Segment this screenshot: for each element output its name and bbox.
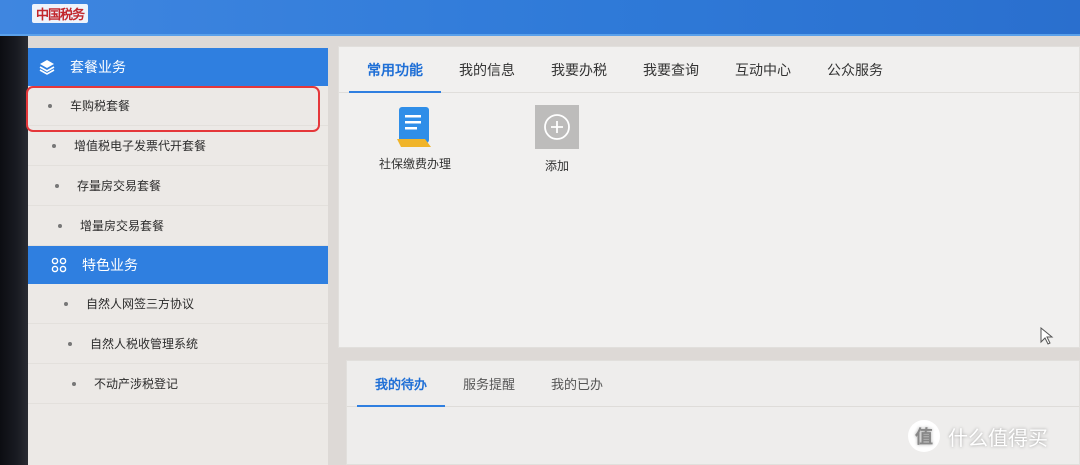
tab-interaction-center[interactable]: 互动中心 xyxy=(717,47,809,92)
bullet-icon xyxy=(72,381,76,386)
plus-circle-icon xyxy=(535,105,579,149)
sidebar-section-package[interactable]: 套餐业务 xyxy=(28,48,328,86)
main-tabs: 常用功能 我的信息 我要办税 我要查询 互动中心 公众服务 xyxy=(339,47,1079,93)
sidebar-section-title: 套餐业务 xyxy=(70,60,126,76)
tab-common-functions[interactable]: 常用功能 xyxy=(349,47,441,93)
bullet-icon xyxy=(58,223,62,228)
bullet-icon xyxy=(48,103,52,108)
watermark-badge-icon: 值 xyxy=(908,420,940,452)
mouse-cursor-icon xyxy=(1040,326,1054,349)
watermark: 值 什么值得买 xyxy=(908,420,1048,452)
bullet-icon xyxy=(64,301,68,306)
function-add[interactable]: 添加 xyxy=(535,105,579,174)
tab-my-todo[interactable]: 我的待办 xyxy=(357,361,446,407)
tab-tax-handling[interactable]: 我要办税 xyxy=(533,47,625,92)
sidebar-item-label: 车购税套餐 xyxy=(70,99,131,113)
sidebar-item-label: 自然人网签三方协议 xyxy=(86,297,195,311)
site-logo[interactable]: 中国税务 xyxy=(32,4,89,23)
sidebar-section-special[interactable]: 特色业务 xyxy=(28,246,328,284)
tab-query[interactable]: 我要查询 xyxy=(625,47,717,92)
top-header: 中国税务 xyxy=(0,0,1080,36)
sidebar-item-tripartite[interactable]: 自然人网签三方协议 xyxy=(28,284,328,324)
sidebar-item-label: 存量房交易套餐 xyxy=(77,179,162,193)
function-label: 社保缴费办理 xyxy=(378,157,451,171)
sidebar-section-title: 特色业务 xyxy=(82,258,138,274)
tab-my-done[interactable]: 我的已办 xyxy=(533,361,621,406)
function-label: 添加 xyxy=(544,159,569,173)
sidebar-item-label: 自然人税收管理系统 xyxy=(90,337,199,351)
sidebar-item-tax-system[interactable]: 自然人税收管理系统 xyxy=(28,324,328,364)
tab-public-service[interactable]: 公众服务 xyxy=(809,47,901,92)
watermark-text: 什么值得买 xyxy=(948,425,1048,450)
sidebar-item-existing-house[interactable]: 存量房交易套餐 xyxy=(28,166,328,206)
tab-service-reminder[interactable]: 服务提醒 xyxy=(445,361,533,406)
monitor-bezel xyxy=(0,0,28,465)
sidebar-item-label: 不动产涉税登记 xyxy=(94,377,179,391)
document-icon xyxy=(395,105,435,149)
sidebar-item-vat-invoice[interactable]: 增值税电子发票代开套餐 xyxy=(28,126,328,166)
todo-tabs: 我的待办 服务提醒 我的已办 xyxy=(347,361,1079,407)
common-functions-panel: 常用功能 我的信息 我要办税 我要查询 互动中心 公众服务 社保缴费办理 添加 xyxy=(338,46,1080,348)
sidebar: 套餐业务 车购税套餐 增值税电子发票代开套餐 存量房交易套餐 增量房交易套餐 特… xyxy=(28,48,328,465)
sidebar-item-real-estate[interactable]: 不动产涉税登记 xyxy=(28,364,328,404)
sidebar-item-label: 增值税电子发票代开套餐 xyxy=(74,139,207,153)
sidebar-item-label: 增量房交易套餐 xyxy=(80,219,165,233)
function-social-security[interactable]: 社保缴费办理 xyxy=(375,105,455,172)
tab-my-info[interactable]: 我的信息 xyxy=(441,47,533,92)
grid-circles-icon xyxy=(50,256,68,274)
layers-icon xyxy=(38,58,56,76)
bullet-icon xyxy=(68,341,72,346)
bullet-icon xyxy=(55,183,59,188)
sidebar-item-vehicle-tax[interactable]: 车购税套餐 xyxy=(28,86,328,126)
sidebar-item-new-house[interactable]: 增量房交易套餐 xyxy=(28,206,328,246)
bullet-icon xyxy=(52,143,56,148)
